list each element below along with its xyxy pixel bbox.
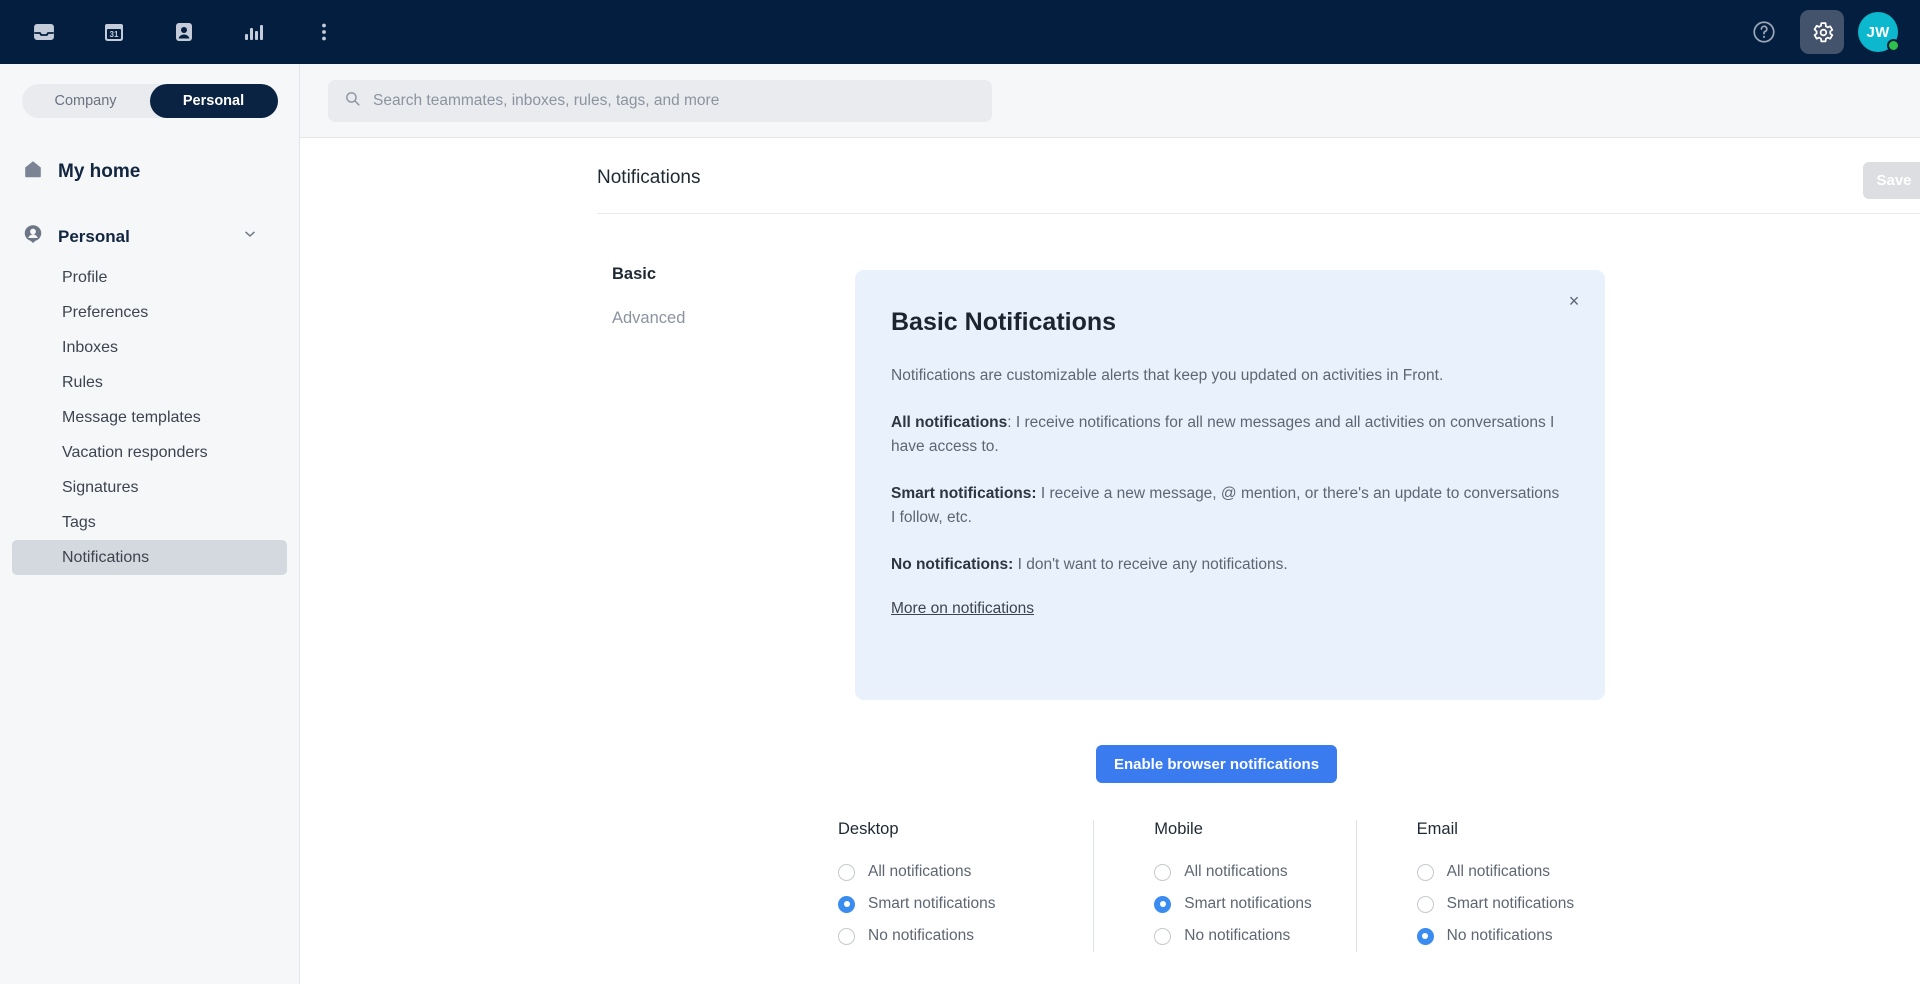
info-item-desc: I don't want to receive any notification…: [1017, 556, 1288, 574]
radio-mobile-none[interactable]: No notifications: [1154, 920, 1365, 952]
radio-label: All notifications: [1184, 863, 1288, 880]
page-title: Notifications: [597, 167, 701, 188]
info-panel-body: Basic Notifications Notifications are cu…: [855, 270, 1605, 618]
save-button[interactable]: Save: [1863, 162, 1920, 199]
sidebar: Company Personal My home Personal Profil…: [0, 64, 300, 984]
calendar-icon[interactable]: 31: [92, 10, 136, 54]
contacts-icon[interactable]: [162, 10, 206, 54]
help-icon[interactable]: [1742, 10, 1786, 54]
radio-label: No notifications: [868, 927, 974, 944]
top-nav-icon-group: 31: [0, 10, 346, 54]
sidebar-item-preferences[interactable]: Preferences: [12, 295, 287, 330]
radio-icon-selected[interactable]: [1416, 927, 1434, 945]
search-icon: [344, 90, 361, 112]
radio-icon-selected[interactable]: [1154, 895, 1172, 913]
sidebar-item-vacation-responders[interactable]: Vacation responders: [12, 435, 287, 470]
subnav-item-basic[interactable]: Basic: [612, 265, 832, 284]
column-desktop: Desktop All notifications Smart notifica…: [838, 820, 1103, 952]
close-icon[interactable]: ×: [1561, 288, 1587, 314]
search-input[interactable]: Search teammates, inboxes, rules, tags, …: [328, 79, 992, 122]
radio-label: No notifications: [1184, 927, 1291, 944]
radio-label: All notifications: [1446, 863, 1551, 880]
analytics-icon[interactable]: [232, 10, 276, 54]
radio-icon[interactable]: [1154, 863, 1172, 881]
sidebar-my-home-label: My home: [58, 160, 141, 182]
sidebar-item-rules[interactable]: Rules: [12, 365, 287, 400]
avatar-initials: JW: [1866, 23, 1890, 41]
more-on-notifications-link[interactable]: More on notifications: [891, 600, 1565, 618]
radio-desktop-all[interactable]: All notifications: [838, 856, 1103, 888]
notification-preferences-columns: Desktop All notifications Smart notifica…: [838, 820, 1628, 952]
chevron-down-icon[interactable]: [242, 226, 258, 247]
top-nav-actions: JW: [1742, 10, 1920, 54]
page-header: Notifications Save: [597, 162, 1920, 214]
info-item-term: No notifications:: [891, 556, 1014, 574]
radio-email-smart[interactable]: Smart notifications: [1416, 888, 1628, 920]
gear-icon[interactable]: [1800, 10, 1844, 54]
info-item-smart-notifications: Smart notifications: I receive a new mes…: [891, 482, 1565, 530]
radio-desktop-smart[interactable]: Smart notifications: [838, 888, 1103, 920]
column-title-mobile: Mobile: [1154, 820, 1203, 838]
sidebar-item-profile[interactable]: Profile: [12, 260, 287, 295]
sidebar-item-message-templates[interactable]: Message templates: [12, 400, 287, 435]
person-icon: [22, 223, 44, 250]
search-bar-region: Search teammates, inboxes, rules, tags, …: [300, 64, 1920, 138]
info-item-term: All notifications: [891, 414, 1008, 432]
radio-label: All notifications: [868, 863, 972, 880]
radio-email-none[interactable]: No notifications: [1416, 920, 1628, 952]
radio-label: Smart notifications: [1446, 895, 1575, 912]
info-item-term: Smart notifications:: [891, 485, 1037, 503]
info-panel: × Basic Notifications Notifications are …: [855, 270, 1605, 700]
column-title-email: Email: [1416, 820, 1458, 838]
radio-mobile-all[interactable]: All notifications: [1154, 856, 1365, 888]
avatar[interactable]: JW: [1858, 12, 1900, 52]
info-item-separator: :: [1007, 414, 1016, 432]
sidebar-group-personal[interactable]: Personal: [22, 223, 278, 250]
svg-text:31: 31: [110, 30, 119, 39]
more-icon[interactable]: [302, 10, 346, 54]
top-navigation-bar: 31 JW: [0, 0, 1920, 64]
column-mobile: Mobile All notifications Smart notificat…: [1093, 820, 1365, 952]
scope-toggle-company[interactable]: Company: [22, 84, 150, 118]
info-item-all-notifications: All notifications: I receive notificatio…: [891, 411, 1565, 459]
radio-label: Smart notifications: [1184, 895, 1312, 912]
radio-icon[interactable]: [1154, 927, 1172, 945]
radio-label: Smart notifications: [868, 895, 996, 912]
radio-icon[interactable]: [1416, 863, 1434, 881]
sidebar-nav-list: Profile Preferences Inboxes Rules Messag…: [0, 260, 299, 575]
enable-browser-notifications-button[interactable]: Enable browser notifications: [1096, 745, 1338, 783]
column-title-desktop: Desktop: [838, 820, 899, 838]
home-icon: [22, 158, 44, 185]
radio-mobile-smart[interactable]: Smart notifications: [1154, 888, 1365, 920]
search-placeholder: Search teammates, inboxes, rules, tags, …: [373, 91, 720, 109]
radio-desktop-none[interactable]: No notifications: [838, 920, 1103, 952]
scope-toggle-personal[interactable]: Personal: [149, 84, 278, 118]
column-email: Email All notifications Smart notificati…: [1355, 820, 1628, 952]
online-status-dot: [1887, 39, 1900, 52]
info-panel-intro: Notifications are customizable alerts th…: [891, 367, 1444, 384]
radio-icon[interactable]: [1416, 895, 1434, 913]
sidebar-item-notifications[interactable]: Notifications: [12, 540, 287, 575]
inbox-icon[interactable]: [22, 10, 66, 54]
info-item-no-notifications: No notifications: I don't want to receiv…: [891, 553, 1565, 577]
radio-label: No notifications: [1446, 927, 1553, 944]
radio-icon-selected[interactable]: [838, 895, 855, 913]
radio-email-all[interactable]: All notifications: [1416, 856, 1628, 888]
sidebar-group-label: Personal: [58, 226, 130, 246]
sidebar-item-my-home[interactable]: My home: [22, 158, 299, 185]
subnav-item-advanced[interactable]: Advanced: [612, 309, 832, 328]
settings-subnav: Basic Advanced: [612, 265, 832, 353]
sidebar-item-signatures[interactable]: Signatures: [12, 470, 287, 505]
radio-icon[interactable]: [838, 863, 855, 881]
scope-toggle: Company Personal: [21, 84, 278, 118]
sidebar-item-inboxes[interactable]: Inboxes: [12, 330, 287, 365]
sidebar-item-tags[interactable]: Tags: [12, 505, 287, 540]
info-panel-title: Basic Notifications: [891, 308, 1117, 336]
radio-icon[interactable]: [838, 927, 855, 945]
